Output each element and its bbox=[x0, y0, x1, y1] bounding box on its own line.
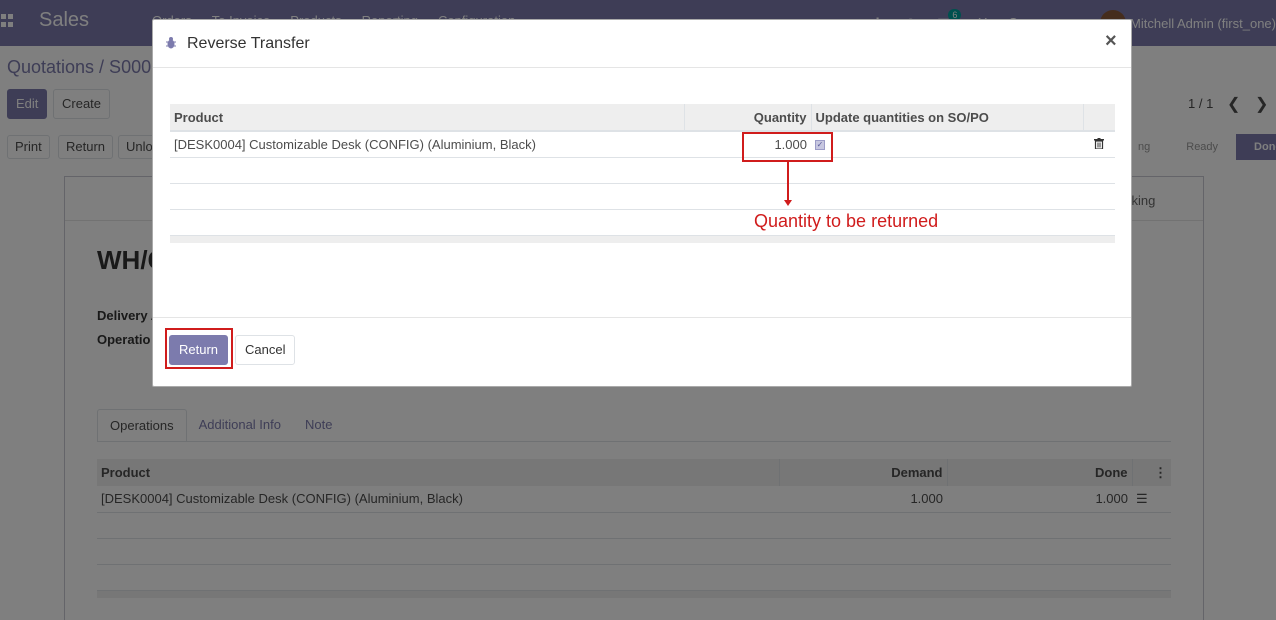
cell-delete bbox=[1083, 131, 1115, 158]
close-icon[interactable]: × bbox=[1105, 30, 1117, 53]
table-footer bbox=[170, 236, 1115, 243]
table-row-empty bbox=[170, 209, 1115, 236]
table-row-empty bbox=[170, 183, 1115, 210]
annotation-text: Quantity to be returned bbox=[754, 211, 939, 231]
bug-icon bbox=[166, 37, 176, 49]
cancel-button[interactable]: Cancel bbox=[235, 335, 296, 365]
cell-product[interactable]: [DESK0004] Customizable Desk (CONFIG) (A… bbox=[170, 131, 684, 158]
dialog-title: Reverse Transfer bbox=[187, 35, 310, 52]
trash-icon[interactable] bbox=[1094, 137, 1104, 149]
annotation-arrow-head bbox=[784, 200, 792, 206]
column-header-quantity[interactable]: Quantity bbox=[683, 104, 811, 132]
column-header-actions bbox=[1082, 104, 1115, 132]
return-button[interactable]: Return bbox=[169, 335, 229, 365]
column-header-product[interactable]: Product bbox=[170, 104, 684, 132]
table-row[interactable]: [DESK0004] Customizable Desk (CONFIG) (A… bbox=[170, 131, 1115, 158]
dialog-footer: Return Cancel bbox=[153, 317, 1131, 386]
column-header-update-so-po[interactable]: Update quantities on SO/PO bbox=[810, 104, 1083, 132]
cell-update-so-po: ✓ bbox=[811, 131, 1083, 158]
annotation-arrow bbox=[787, 161, 789, 203]
table-row-empty bbox=[170, 157, 1115, 184]
dialog-header: Reverse Transfer × bbox=[153, 20, 1131, 68]
reverse-transfer-dialog: Reverse Transfer × Product Quantity Upda… bbox=[152, 19, 1132, 387]
return-lines-table: Product Quantity Update quantities on SO… bbox=[170, 104, 1115, 236]
quantity-highlight-box bbox=[742, 132, 833, 162]
